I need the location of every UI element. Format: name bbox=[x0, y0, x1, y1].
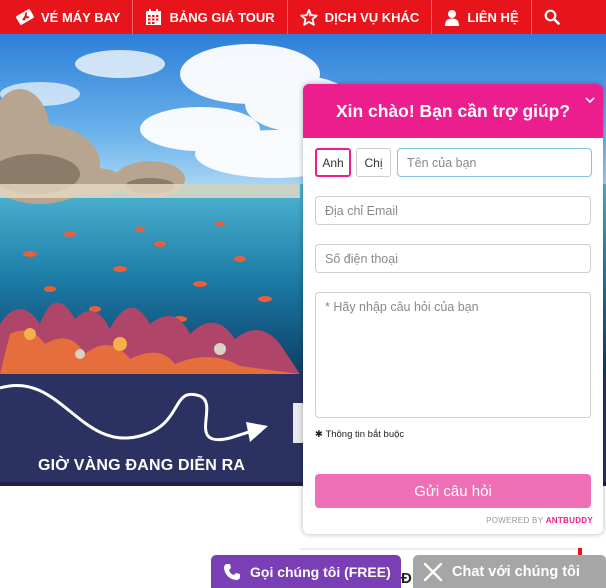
nav-item-label: LIÊN HỆ bbox=[467, 9, 519, 25]
chat-with-us-label: Chat với chúng tôi bbox=[452, 563, 580, 580]
search-icon bbox=[544, 9, 560, 25]
asterisk-icon: ✱ bbox=[315, 429, 326, 440]
submit-question-button[interactable]: Gửi câu hỏi bbox=[315, 474, 591, 508]
chat-header: Xin chào! Bạn cần trợ giúp? bbox=[303, 84, 603, 138]
required-note-label: Thông tin bắt buộc bbox=[325, 429, 405, 440]
nav-item-label: BẢNG GIÁ TOUR bbox=[169, 9, 275, 25]
question-textarea[interactable] bbox=[315, 292, 591, 418]
powered-prefix: POWERED BY bbox=[486, 516, 546, 525]
gender-option-chi[interactable]: Chị bbox=[356, 148, 391, 177]
call-us-button[interactable]: Gọi chúng tôi (FREE) bbox=[211, 555, 401, 588]
nav-item-label: DỊCH VỤ KHÁC bbox=[324, 9, 420, 25]
plane-ticket-icon bbox=[16, 9, 34, 25]
phone-input[interactable] bbox=[315, 244, 591, 273]
nav-item-tour-prices[interactable]: BẢNG GIÁ TOUR bbox=[133, 0, 288, 34]
user-icon bbox=[444, 9, 460, 26]
page-root: VÉ MÁY BAY BẢNG GIÁ TOUR DỊCH VỤ KHÁC LI… bbox=[0, 0, 606, 588]
star-icon bbox=[300, 8, 318, 26]
partial-heading-text: Đ bbox=[401, 570, 412, 587]
promo-text: GIỜ VÀNG ĐANG DIỄN RA bbox=[38, 457, 246, 474]
gender-option-anh[interactable]: Anh bbox=[315, 148, 351, 177]
close-icon bbox=[423, 562, 443, 582]
nav-item-flights[interactable]: VÉ MÁY BAY bbox=[0, 0, 134, 34]
chevron-down-icon[interactable] bbox=[584, 90, 596, 104]
top-navigation: VÉ MÁY BAY BẢNG GIÁ TOUR DỊCH VỤ KHÁC LI… bbox=[0, 0, 606, 34]
calendar-icon bbox=[145, 8, 162, 26]
call-us-label: Gọi chúng tôi (FREE) bbox=[250, 563, 391, 580]
swoosh-arrow-icon bbox=[0, 384, 256, 442]
nav-item-label: VÉ MÁY BAY bbox=[41, 9, 121, 25]
required-note: ✱ Thông tin bắt buộc bbox=[315, 429, 404, 440]
powered-by: POWERED BY ANTBUDDY bbox=[486, 516, 593, 525]
nav-item-contact[interactable]: LIÊN HỆ bbox=[432, 0, 532, 34]
chat-with-us-button[interactable]: Chat với chúng tôi bbox=[413, 555, 606, 588]
phone-icon bbox=[223, 563, 241, 581]
email-input[interactable] bbox=[315, 196, 591, 225]
nav-search-button[interactable] bbox=[532, 0, 572, 34]
chat-title: Xin chào! Bạn cần trợ giúp? bbox=[335, 100, 571, 121]
powered-brand: ANTBUDDY bbox=[545, 516, 593, 525]
support-chat-widget: Xin chào! Bạn cần trợ giúp? Anh Chị ✱ Th… bbox=[303, 84, 603, 534]
content-divider bbox=[300, 548, 583, 550]
nav-item-other-services[interactable]: DỊCH VỤ KHÁC bbox=[288, 0, 433, 34]
name-input[interactable] bbox=[397, 148, 592, 177]
